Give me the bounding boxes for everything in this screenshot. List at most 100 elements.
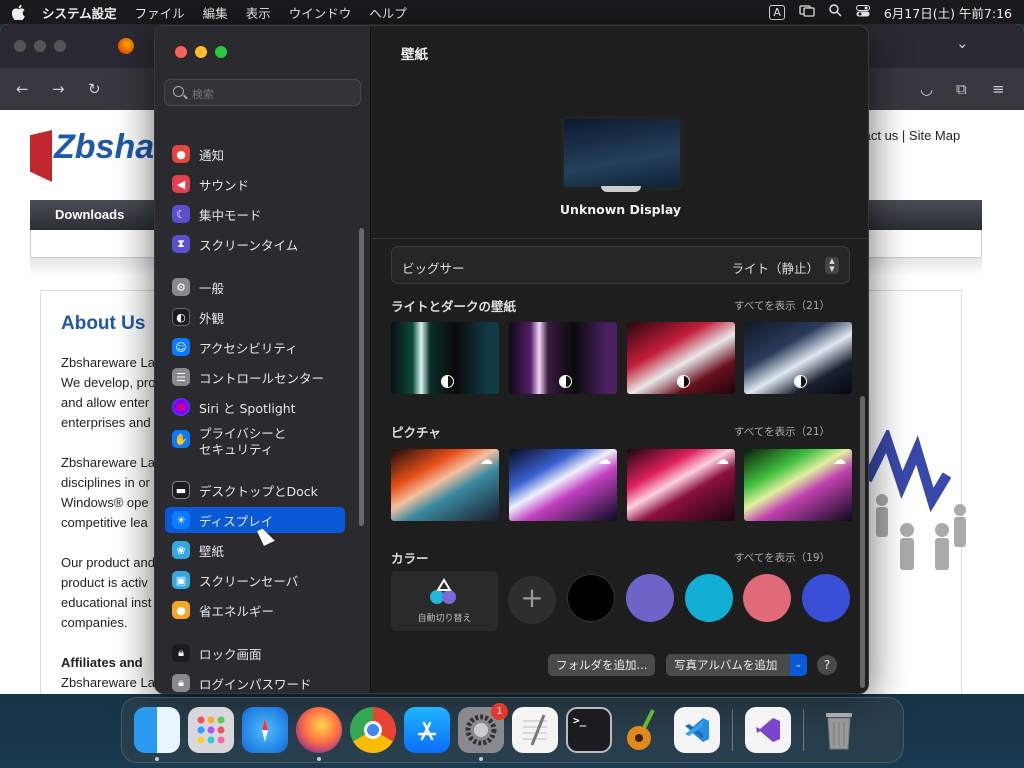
color-swatch-pink[interactable] bbox=[743, 574, 791, 622]
wallpaper-thumb-light-dark-1[interactable] bbox=[391, 322, 499, 394]
garageband-icon[interactable] bbox=[620, 707, 666, 753]
add-color-button[interactable]: + bbox=[508, 576, 556, 624]
main-scrollbar[interactable] bbox=[860, 396, 865, 688]
sidebar-item-notifications[interactable]: ● 通知 bbox=[165, 141, 345, 167]
menu-file[interactable]: ファイル bbox=[135, 3, 185, 22]
finder-icon[interactable] bbox=[134, 707, 180, 761]
control-center-icon[interactable] bbox=[855, 4, 870, 20]
light-dark-icon bbox=[794, 375, 807, 388]
input-method-indicator[interactable]: A bbox=[769, 4, 785, 20]
sidebar-item-displays[interactable]: ☀ ディスプレイ bbox=[165, 507, 345, 533]
wallpaper-thumb-picture-3[interactable]: ☁ bbox=[627, 449, 735, 521]
trash-icon[interactable] bbox=[816, 707, 862, 753]
show-all-colors-button[interactable]: すべてを表示（19） bbox=[734, 550, 830, 565]
color-swatch-purple[interactable] bbox=[626, 574, 674, 622]
hamburger-menu-icon[interactable]: ≡ bbox=[992, 80, 1005, 98]
window-close-button[interactable] bbox=[175, 46, 187, 58]
affiliates-heading: Affiliates and bbox=[61, 655, 143, 670]
sidebar-item-focus[interactable]: ☾ 集中モード bbox=[165, 201, 345, 227]
sidebar-item-screen-saver[interactable]: ▣ スクリーンセーバ bbox=[165, 567, 345, 593]
menu-clock[interactable]: 6月17日(土) 午前7:16 bbox=[884, 3, 1012, 22]
sidebar-item-lock-screen[interactable]: 🔒︎ ロック画面 bbox=[165, 640, 345, 666]
help-button[interactable]: ? bbox=[817, 655, 837, 675]
wallpaper-thumb-picture-2[interactable]: ☁ bbox=[509, 449, 617, 521]
menu-window[interactable]: ウインドウ bbox=[289, 3, 352, 22]
speaker-icon: ◀ bbox=[172, 175, 190, 193]
settings-search-field[interactable]: 検索 bbox=[164, 79, 361, 106]
sidebar-item-siri-spotlight[interactable]: Siri と Spotlight bbox=[165, 394, 345, 420]
reload-icon[interactable]: ↻ bbox=[88, 80, 101, 98]
back-arrow-icon[interactable]: ← bbox=[16, 80, 29, 98]
menu-view[interactable]: 表示 bbox=[246, 3, 271, 22]
wallpaper-thumb-light-dark-3[interactable] bbox=[627, 322, 735, 394]
section-title: カラー bbox=[391, 551, 429, 566]
sidebar-item-accessibility[interactable]: ☺ アクセシビリティ bbox=[165, 334, 345, 360]
add-photo-album-button[interactable]: 写真アルバムを追加 ⌄ bbox=[666, 654, 807, 676]
sidebar-label: 通知 bbox=[199, 147, 225, 163]
auto-rotate-label: 自動切り替え bbox=[417, 614, 472, 624]
wallpaper-name: ビッグサー bbox=[402, 261, 465, 276]
auto-rotate-icon bbox=[430, 578, 456, 604]
show-all-pictures-button[interactable]: すべてを表示（21） bbox=[734, 424, 830, 439]
sidebar-item-screen-time[interactable]: ⧗ スクリーンタイム bbox=[165, 231, 345, 257]
wallpaper-thumb-light-dark-2[interactable] bbox=[509, 322, 617, 394]
browser-close-button[interactable] bbox=[14, 40, 26, 52]
add-folder-button[interactable]: フォルダを追加... bbox=[548, 654, 656, 676]
lightbulb-icon: ● bbox=[172, 601, 190, 619]
wallpaper-thumb-picture-1[interactable]: ☁ bbox=[391, 449, 499, 521]
color-swatch-cyan[interactable] bbox=[685, 574, 733, 622]
screen-mirroring-icon[interactable] bbox=[799, 4, 815, 20]
launchpad-icon[interactable] bbox=[188, 707, 234, 753]
sidebar-item-control-center[interactable]: ☰ コントロールセンター bbox=[165, 364, 345, 390]
sidebar-item-desktop-dock[interactable]: ▬ デスクトップとDock bbox=[165, 477, 345, 503]
safari-icon[interactable] bbox=[242, 707, 288, 753]
chrome-icon[interactable] bbox=[350, 707, 396, 753]
nav-downloads-link[interactable]: Downloads bbox=[55, 207, 124, 222]
stepper-chevron-icon[interactable]: ▲ ▼ bbox=[825, 257, 839, 274]
forward-arrow-icon[interactable]: → bbox=[52, 80, 65, 98]
browser-zoom-button[interactable] bbox=[54, 40, 66, 52]
visual-studio-icon[interactable] bbox=[745, 707, 791, 753]
menu-edit[interactable]: 編集 bbox=[203, 3, 228, 22]
sidebar-item-wallpaper[interactable]: ❀ 壁紙 bbox=[165, 537, 345, 563]
window-zoom-button[interactable] bbox=[215, 46, 227, 58]
apple-menu-icon[interactable] bbox=[12, 4, 26, 20]
sidebar-item-appearance[interactable]: ◐ 外観 bbox=[165, 304, 345, 330]
site-header-links[interactable]: tact us | Site Map bbox=[860, 128, 960, 143]
tab-list-chevron-icon[interactable]: ⌄ bbox=[956, 34, 969, 52]
wallpaper-selection-row: ビッグサー ライト（静止） ▲ ▼ bbox=[391, 246, 850, 284]
sidebar-scrollbar[interactable] bbox=[359, 228, 364, 526]
wallpaper-thumb-picture-4[interactable]: ☁ bbox=[744, 449, 852, 521]
wallpaper-thumb-light-dark-4[interactable] bbox=[744, 322, 852, 394]
sidebar-item-general[interactable]: ⚙ 一般 bbox=[165, 274, 345, 300]
cloud-download-icon: ☁ bbox=[833, 453, 846, 468]
firefox-icon[interactable] bbox=[296, 707, 342, 761]
about-paragraph-4: Zbshareware La bbox=[61, 675, 155, 690]
textedit-icon[interactable] bbox=[512, 707, 558, 753]
menu-help[interactable]: ヘルプ bbox=[369, 3, 407, 22]
lock-icon: 🔒︎ bbox=[172, 644, 190, 662]
color-swatch-black[interactable] bbox=[567, 574, 615, 622]
color-swatch-blue[interactable] bbox=[802, 574, 850, 622]
sidebar-item-login-password[interactable]: 🔒︎ ログインパスワード bbox=[165, 670, 345, 693]
sidebar-item-privacy-security[interactable]: ✋ プライバシーと セキュリティ bbox=[165, 424, 345, 462]
sidebar-item-energy-saver[interactable]: ● 省エネルギー bbox=[165, 597, 345, 623]
app-store-icon[interactable] bbox=[404, 707, 450, 753]
firefox-tab-icon[interactable] bbox=[118, 38, 134, 54]
terminal-icon[interactable]: >_ bbox=[566, 707, 612, 753]
chevron-down-icon[interactable]: ⌄ bbox=[790, 654, 807, 676]
extensions-icon[interactable]: ⧉ bbox=[956, 80, 967, 98]
sidebar-label: ログインパスワード bbox=[199, 676, 312, 692]
browser-minimize-button[interactable] bbox=[34, 40, 46, 52]
window-minimize-button[interactable] bbox=[195, 46, 207, 58]
menu-app-name[interactable]: システム設定 bbox=[42, 3, 117, 22]
auto-rotate-color-button[interactable]: 自動切り替え bbox=[391, 571, 498, 631]
sidebar-label: Siri と Spotlight bbox=[199, 400, 296, 416]
pocket-icon[interactable]: ◡ bbox=[920, 80, 933, 98]
sidebar-item-sound[interactable]: ◀ サウンド bbox=[165, 171, 345, 197]
wallpaper-mode-popup[interactable]: ライト（静止） bbox=[731, 258, 819, 277]
show-all-light-dark-button[interactable]: すべてを表示（21） bbox=[734, 298, 830, 313]
vscode-icon[interactable] bbox=[674, 707, 720, 753]
system-settings-icon[interactable]: 1 bbox=[458, 703, 508, 761]
spotlight-search-icon[interactable] bbox=[829, 4, 842, 20]
